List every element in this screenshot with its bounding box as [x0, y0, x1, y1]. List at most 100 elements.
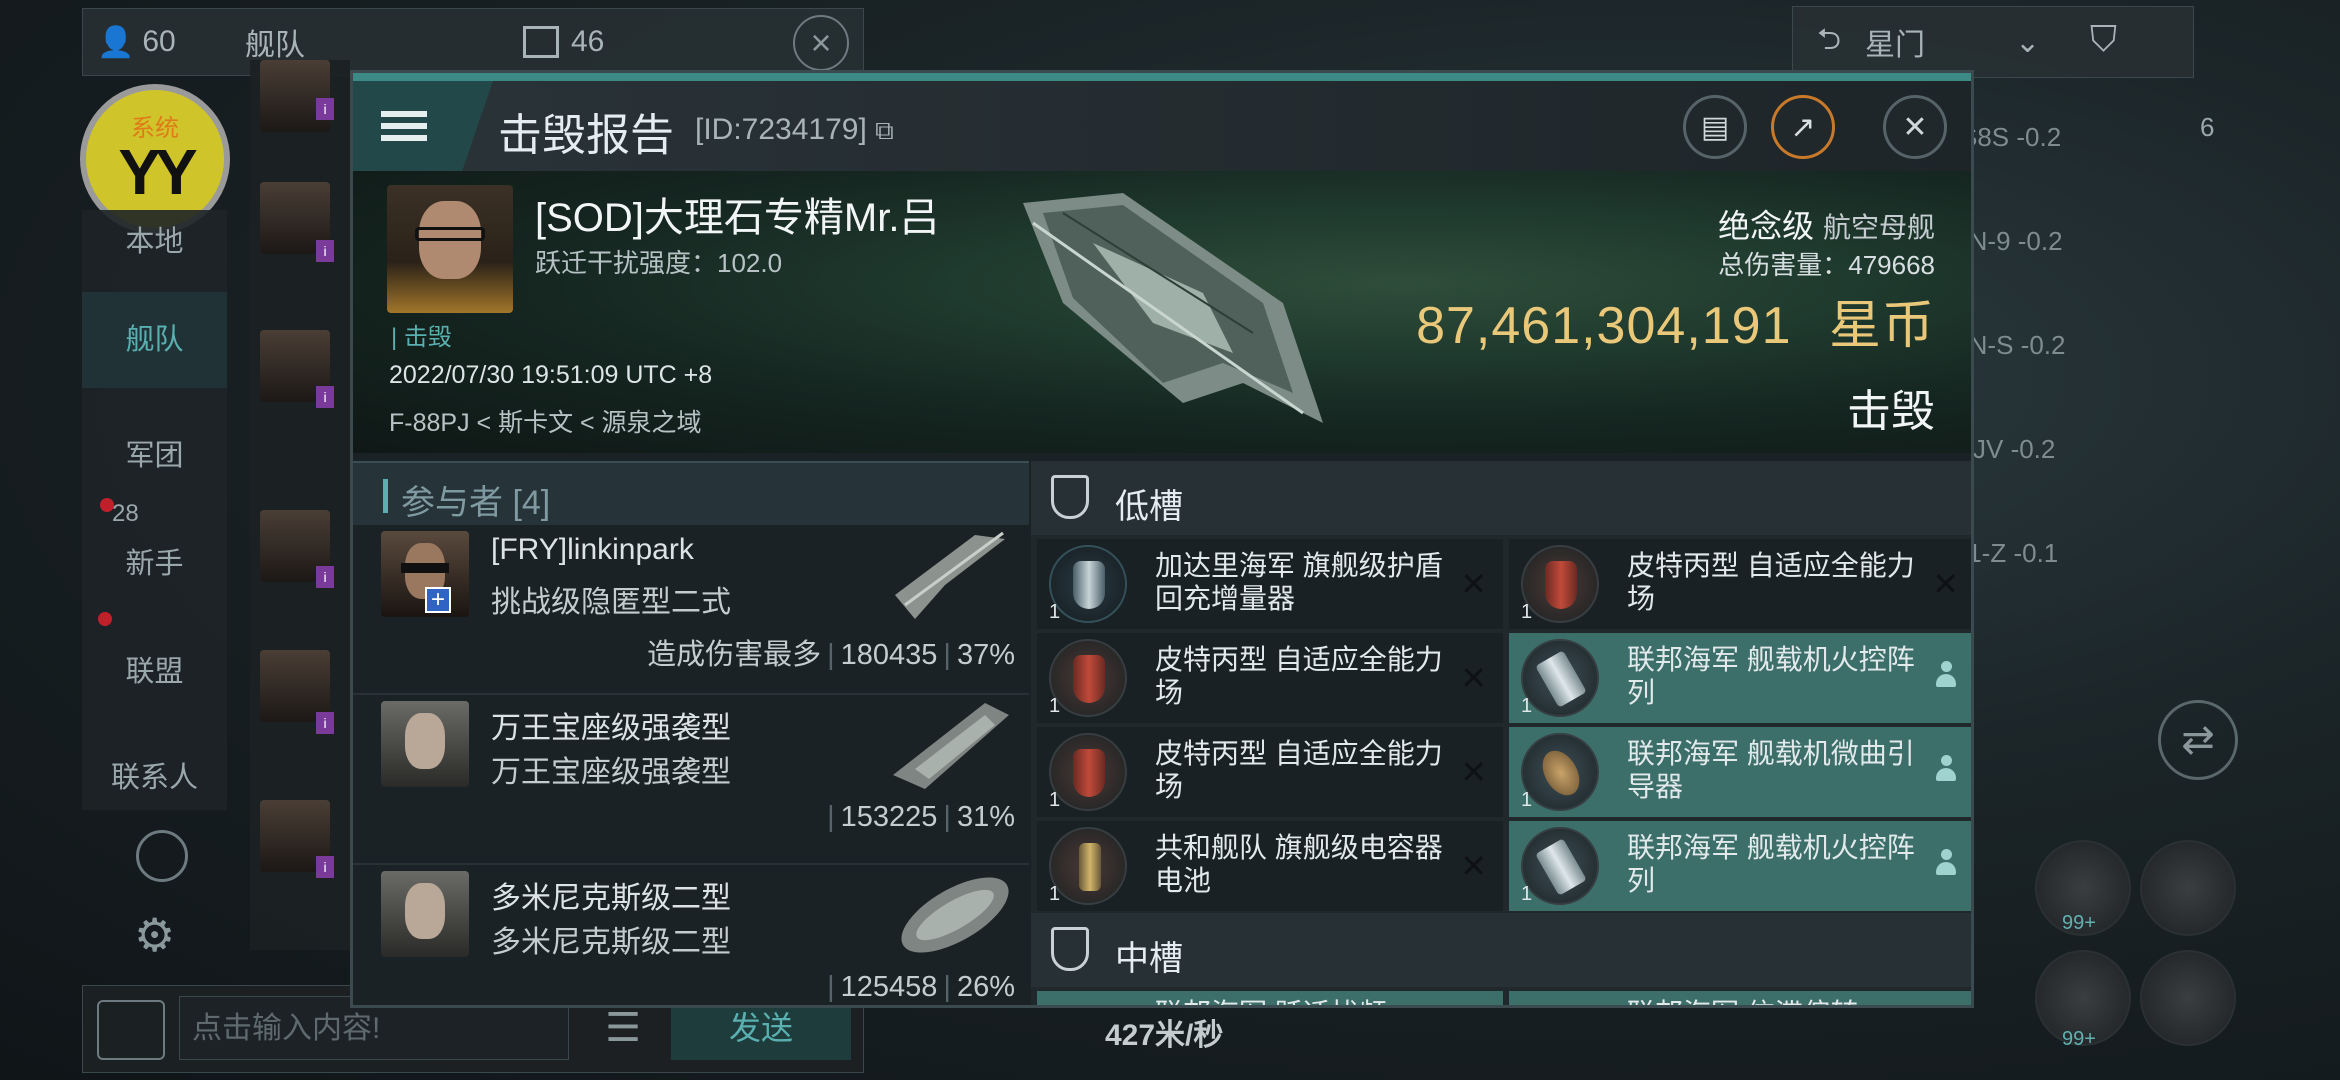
module-item[interactable]: 1 皮特丙型 自适应全能力场 ✕ — [1037, 633, 1503, 723]
adaptive-field-icon — [1521, 545, 1599, 623]
member-count[interactable]: 👤 60 — [97, 9, 176, 75]
kill-status: 击毁 — [1847, 387, 1935, 436]
speed-readout: 427米/秒 — [1105, 1019, 1224, 1052]
add-contact-icon[interactable]: + — [425, 587, 451, 613]
nav-fleet[interactable]: 舰队 — [82, 292, 227, 388]
info-badge: i — [316, 98, 334, 120]
info-badge: i — [316, 240, 334, 262]
overview-item[interactable]: JJV -0.2 — [1960, 434, 2055, 465]
stargate-icon: ⮌ — [1817, 22, 1842, 56]
stargate-selector[interactable]: ⮌ 星门 ⌄ — [1792, 6, 2194, 78]
kill-time: 2022/07/30 19:51:09 UTC +8 — [389, 361, 713, 389]
nav-corp[interactable]: 军团 — [82, 432, 227, 474]
participant-name: [FRY]linkinpark — [491, 533, 694, 566]
headset-icon[interactable] — [136, 830, 188, 882]
participant-stats: | 153225 | 31% — [827, 801, 1015, 833]
clipboard-icon[interactable]: ▤ — [1683, 95, 1747, 159]
module-count: 99+ — [2062, 912, 2096, 934]
victim-name[interactable]: [SOD]大理石专精Mr.吕 — [535, 185, 939, 243]
module-item[interactable]: 1 皮特丙型 自适应全能力场 ✕ — [1037, 727, 1503, 817]
isk-value: 87,461,304,191 星币 — [1416, 297, 1935, 355]
avatar[interactable] — [260, 60, 330, 132]
victim-banner: [SOD]大理石专精Mr.吕 跃迁干扰强度：102.0 | 击毁 2022/07… — [353, 171, 1971, 453]
module-item[interactable]: 1 加达里海军 旗舰级护盾回充增量器 ✕ — [1037, 539, 1503, 629]
dialog-title: 击毁报告 — [498, 111, 674, 160]
nav-contacts[interactable]: 联系人 — [82, 754, 227, 796]
chevron-down-icon: ⌄ — [2015, 25, 2041, 59]
low-slot-header: 低槽 — [1031, 461, 1971, 535]
module-item[interactable]: 1 联邦海军 舰载机火控阵列 — [1509, 633, 1971, 723]
overview-count: 6 — [2200, 112, 2215, 142]
chat-count[interactable]: 46 — [523, 9, 604, 75]
notification-dot — [98, 612, 112, 626]
kill-tag: | 击毁 — [391, 324, 452, 351]
participant-portrait[interactable] — [381, 871, 469, 957]
participant-stats: 造成伤害最多 | 180435 | 37% — [647, 639, 1015, 671]
close-chat-icon[interactable]: × — [793, 15, 849, 71]
glasses — [415, 227, 485, 241]
gear-icon[interactable]: ⚙ — [134, 908, 175, 962]
overview-item[interactable]: -N-S -0.2 — [1960, 330, 2065, 361]
dialog-header: 击毁报告 [ID:7234179] ⧉ ▤ ↗ ✕ — [353, 81, 1971, 171]
mid-slot-icon — [1051, 927, 1089, 971]
kill-report-dialog: 击毁报告 [ID:7234179] ⧉ ▤ ↗ ✕ [SOD]大理石专精Mr.吕… — [350, 70, 1974, 1008]
filter-icon[interactable]: ⛉ — [2090, 18, 2130, 59]
participant-stats: | 125458 | 26% — [827, 971, 1015, 1003]
participant-row[interactable]: 多米尼克斯级二型 多米尼克斯级二型 | 125458 | 26% — [353, 865, 1029, 1005]
participant-portrait[interactable] — [381, 701, 469, 787]
module-item[interactable]: 联邦海军 信滞偏转 — [1509, 991, 1971, 1005]
keyboard-icon[interactable] — [97, 1000, 165, 1060]
module-item[interactable]: 联邦海军 跃迁扰频 — [1037, 991, 1503, 1005]
nav-badge-count: 28 — [112, 500, 139, 527]
participant-row[interactable]: + [FRY]linkinpark 挑战级隐匿型二式 造成伤害最多 | 180435… — [353, 525, 1029, 695]
ship-class[interactable]: 绝念级 航空母舰 — [1718, 201, 1935, 247]
module-slot[interactable] — [2140, 950, 2236, 1046]
destroyed-x-icon: ✕ — [1460, 754, 1487, 790]
participant-row[interactable]: 万王宝座级强袭型 万王宝座级强袭型 | 153225 | 31% — [353, 695, 1029, 865]
module-item[interactable]: 1 联邦海军 舰载机微曲引导器 — [1509, 727, 1971, 817]
module-slot[interactable] — [2140, 840, 2236, 936]
nav-newbie[interactable]: 新手 — [82, 540, 227, 582]
fleet-chat-topbar: 👤 60 舰队 46 × — [82, 8, 864, 76]
nav-alliance[interactable]: 联盟 — [82, 648, 227, 690]
fitting-slots-panel: 低槽 1 加达里海军 旗舰级护盾回充增量器 ✕ 1 皮特丙型 自适应全能力场 ✕… — [1031, 461, 1971, 1005]
shield-recharger-icon — [1049, 545, 1127, 623]
fighter-control-icon — [1521, 827, 1599, 905]
share-icon[interactable]: ↗ — [1771, 95, 1835, 159]
victim-portrait[interactable] — [387, 185, 513, 313]
info-badge: i — [316, 856, 334, 878]
participant-name: 万王宝座级强袭型 — [491, 712, 731, 745]
fighter-control-icon — [1521, 639, 1599, 717]
info-badge: i — [316, 566, 334, 588]
participant-ship-image — [893, 703, 1009, 789]
copy-icon[interactable]: ⧉ — [875, 115, 894, 145]
close-icon[interactable]: ✕ — [1883, 95, 1947, 159]
module-item[interactable]: 1 联邦海军 舰载机火控阵列 — [1509, 821, 1971, 911]
overview-item[interactable]: S8S -0.2 — [1960, 122, 2061, 153]
kill-location[interactable]: F-88PJ < 斯卡文 < 源泉之域 — [389, 403, 702, 439]
dropped-person-icon — [1935, 849, 1957, 877]
report-id[interactable]: [ID:7234179] ⧉ — [695, 113, 894, 147]
participant-ship: 万王宝座级强袭型 — [491, 756, 731, 789]
fighter-navigation-icon — [1521, 733, 1599, 811]
overview-item[interactable]: I1-Z -0.1 — [1960, 538, 2058, 569]
carrier-ship-image — [1023, 193, 1323, 423]
participant-ship: 挑战级隐匿型二式 — [491, 586, 731, 619]
info-badge: i — [316, 712, 334, 734]
dropped-person-icon — [1935, 661, 1957, 689]
low-slot-icon — [1051, 475, 1089, 519]
destroyed-x-icon: ✕ — [1460, 660, 1487, 696]
participants-panel: 参与者 [4] + [FRY]linkinpark 挑战级隐匿型二式 造成伤害最… — [353, 461, 1029, 1005]
module-item[interactable]: 1 共和舰队 旗舰级电容器电池 ✕ — [1037, 821, 1503, 911]
nav-local[interactable]: 本地 — [82, 218, 227, 260]
overview-item[interactable]: -N-9 -0.2 — [1960, 226, 2063, 257]
hamburger-menu-icon[interactable] — [353, 81, 493, 171]
dialog-accent-line — [353, 73, 1971, 81]
participants-header: 参与者 [4] — [353, 461, 1029, 527]
adaptive-field-icon — [1049, 733, 1127, 811]
swap-icon[interactable]: ⇄ — [2158, 700, 2238, 780]
dropped-person-icon — [1935, 755, 1957, 783]
participant-ship: 多米尼克斯级二型 — [491, 926, 731, 959]
sunglasses — [401, 563, 449, 573]
module-item[interactable]: 1 皮特丙型 自适应全能力场 ✕ — [1509, 539, 1971, 629]
